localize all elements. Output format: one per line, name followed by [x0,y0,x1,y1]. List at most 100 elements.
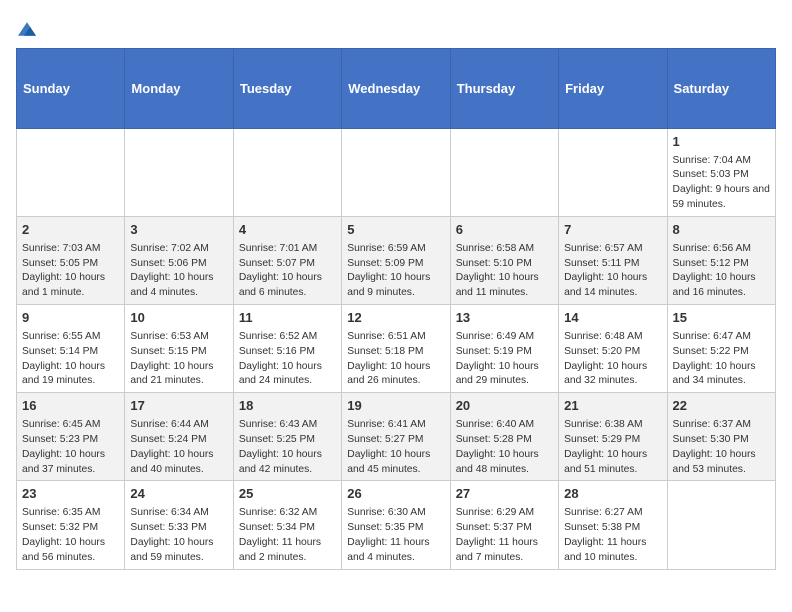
logo [16,16,36,36]
calendar-day-cell: 17 Sunrise: 6:44 AM Sunset: 5:24 PM Dayli… [125,393,233,481]
calendar-week-row: 23 Sunrise: 6:35 AM Sunset: 5:32 PM Dayli… [17,481,776,569]
day-number: 25 [239,485,336,503]
day-info: Sunrise: 6:34 AM Sunset: 5:33 PM Dayligh… [130,507,213,563]
calendar-week-row: 16 Sunrise: 6:45 AM Sunset: 5:23 PM Dayli… [17,393,776,481]
day-info: Sunrise: 6:49 AM Sunset: 5:19 PM Dayligh… [456,331,539,387]
day-number: 11 [239,309,336,327]
day-info: Sunrise: 6:41 AM Sunset: 5:27 PM Dayligh… [347,419,430,475]
calendar-header-row: SundayMondayTuesdayWednesdayThursdayFrid… [17,49,776,129]
day-info: Sunrise: 6:58 AM Sunset: 5:10 PM Dayligh… [456,243,539,299]
day-info: Sunrise: 6:29 AM Sunset: 5:37 PM Dayligh… [456,507,538,563]
day-info: Sunrise: 6:45 AM Sunset: 5:23 PM Dayligh… [22,419,105,475]
calendar-day-cell: 2 Sunrise: 7:03 AM Sunset: 5:05 PM Daylig… [17,217,125,305]
day-number: 26 [347,485,444,503]
day-number: 1 [673,133,770,151]
calendar-day-cell: 22 Sunrise: 6:37 AM Sunset: 5:30 PM Dayli… [667,393,775,481]
day-info: Sunrise: 6:27 AM Sunset: 5:38 PM Dayligh… [564,507,646,563]
day-info: Sunrise: 6:57 AM Sunset: 5:11 PM Dayligh… [564,243,647,299]
calendar-day-cell [450,129,558,217]
calendar-day-cell: 14 Sunrise: 6:48 AM Sunset: 5:20 PM Dayli… [559,305,667,393]
calendar-day-cell [125,129,233,217]
calendar-day-cell: 8 Sunrise: 6:56 AM Sunset: 5:12 PM Daylig… [667,217,775,305]
day-number: 20 [456,397,553,415]
calendar-day-cell [559,129,667,217]
day-info: Sunrise: 6:30 AM Sunset: 5:35 PM Dayligh… [347,507,429,563]
day-number: 7 [564,221,661,239]
calendar-day-cell: 12 Sunrise: 6:51 AM Sunset: 5:18 PM Dayli… [342,305,450,393]
calendar-day-cell: 5 Sunrise: 6:59 AM Sunset: 5:09 PM Daylig… [342,217,450,305]
day-number: 4 [239,221,336,239]
day-number: 8 [673,221,770,239]
weekday-header: Thursday [450,49,558,129]
day-number: 2 [22,221,119,239]
calendar-day-cell: 26 Sunrise: 6:30 AM Sunset: 5:35 PM Dayli… [342,481,450,569]
day-info: Sunrise: 6:53 AM Sunset: 5:15 PM Dayligh… [130,331,213,387]
day-info: Sunrise: 6:55 AM Sunset: 5:14 PM Dayligh… [22,331,105,387]
day-number: 16 [22,397,119,415]
day-number: 14 [564,309,661,327]
day-number: 19 [347,397,444,415]
day-number: 21 [564,397,661,415]
calendar-day-cell [17,129,125,217]
day-number: 15 [673,309,770,327]
calendar-day-cell: 16 Sunrise: 6:45 AM Sunset: 5:23 PM Dayli… [17,393,125,481]
weekday-header: Sunday [17,49,125,129]
day-info: Sunrise: 6:40 AM Sunset: 5:28 PM Dayligh… [456,419,539,475]
day-info: Sunrise: 7:03 AM Sunset: 5:05 PM Dayligh… [22,243,105,299]
calendar-day-cell: 24 Sunrise: 6:34 AM Sunset: 5:33 PM Dayli… [125,481,233,569]
calendar-day-cell: 1 Sunrise: 7:04 AM Sunset: 5:03 PM Daylig… [667,129,775,217]
calendar-day-cell: 11 Sunrise: 6:52 AM Sunset: 5:16 PM Dayli… [233,305,341,393]
calendar-day-cell [342,129,450,217]
weekday-header: Wednesday [342,49,450,129]
day-number: 12 [347,309,444,327]
day-number: 17 [130,397,227,415]
calendar-day-cell: 20 Sunrise: 6:40 AM Sunset: 5:28 PM Dayli… [450,393,558,481]
calendar-day-cell: 23 Sunrise: 6:35 AM Sunset: 5:32 PM Dayli… [17,481,125,569]
day-number: 22 [673,397,770,415]
calendar-day-cell: 18Sunrise: 6:43 AM Sunset: 5:25 PM Dayli… [233,393,341,481]
logo-icon [18,20,36,38]
calendar-day-cell: 28 Sunrise: 6:27 AM Sunset: 5:38 PM Dayli… [559,481,667,569]
day-info: Sunrise: 6:38 AM Sunset: 5:29 PM Dayligh… [564,419,647,475]
day-info: Sunrise: 7:02 AM Sunset: 5:06 PM Dayligh… [130,243,213,299]
weekday-header: Monday [125,49,233,129]
day-number: 24 [130,485,227,503]
calendar-day-cell: 27 Sunrise: 6:29 AM Sunset: 5:37 PM Dayli… [450,481,558,569]
day-info: Sunrise: 6:59 AM Sunset: 5:09 PM Dayligh… [347,243,430,299]
calendar-day-cell [233,129,341,217]
day-number: 3 [130,221,227,239]
day-number: 23 [22,485,119,503]
day-info: Sunrise: 6:35 AM Sunset: 5:32 PM Dayligh… [22,507,105,563]
calendar-day-cell: 6 Sunrise: 6:58 AM Sunset: 5:10 PM Daylig… [450,217,558,305]
day-info: Sunrise: 6:37 AM Sunset: 5:30 PM Dayligh… [673,419,756,475]
calendar-day-cell: 10 Sunrise: 6:53 AM Sunset: 5:15 PM Dayli… [125,305,233,393]
calendar-day-cell: 19 Sunrise: 6:41 AM Sunset: 5:27 PM Dayli… [342,393,450,481]
day-number: 13 [456,309,553,327]
day-number: 28 [564,485,661,503]
day-info: Sunrise: 6:52 AM Sunset: 5:16 PM Dayligh… [239,331,322,387]
day-number: 10 [130,309,227,327]
day-number: 5 [347,221,444,239]
day-info: Sunrise: 6:51 AM Sunset: 5:18 PM Dayligh… [347,331,430,387]
calendar-day-cell: 21 Sunrise: 6:38 AM Sunset: 5:29 PM Dayli… [559,393,667,481]
calendar-week-row: 2 Sunrise: 7:03 AM Sunset: 5:05 PM Daylig… [17,217,776,305]
calendar-week-row: 9 Sunrise: 6:55 AM Sunset: 5:14 PM Daylig… [17,305,776,393]
day-info: Sunrise: 6:32 AM Sunset: 5:34 PM Dayligh… [239,507,321,563]
page-header [16,16,776,36]
calendar-day-cell: 15Sunrise: 6:47 AM Sunset: 5:22 PM Dayli… [667,305,775,393]
calendar-day-cell: 7 Sunrise: 6:57 AM Sunset: 5:11 PM Daylig… [559,217,667,305]
calendar-day-cell: 13 Sunrise: 6:49 AM Sunset: 5:19 PM Dayli… [450,305,558,393]
weekday-header: Saturday [667,49,775,129]
day-number: 6 [456,221,553,239]
day-info: Sunrise: 7:04 AM Sunset: 5:03 PM Dayligh… [673,155,770,211]
day-info: Sunrise: 6:56 AM Sunset: 5:12 PM Dayligh… [673,243,756,299]
weekday-header: Friday [559,49,667,129]
day-info: Sunrise: 6:48 AM Sunset: 5:20 PM Dayligh… [564,331,647,387]
day-info: Sunrise: 6:44 AM Sunset: 5:24 PM Dayligh… [130,419,213,475]
calendar-table: SundayMondayTuesdayWednesdayThursdayFrid… [16,48,776,570]
day-number: 9 [22,309,119,327]
day-number: 27 [456,485,553,503]
calendar-day-cell [667,481,775,569]
day-info: Sunrise: 6:43 AM Sunset: 5:25 PM Dayligh… [239,419,322,475]
calendar-day-cell: 9 Sunrise: 6:55 AM Sunset: 5:14 PM Daylig… [17,305,125,393]
